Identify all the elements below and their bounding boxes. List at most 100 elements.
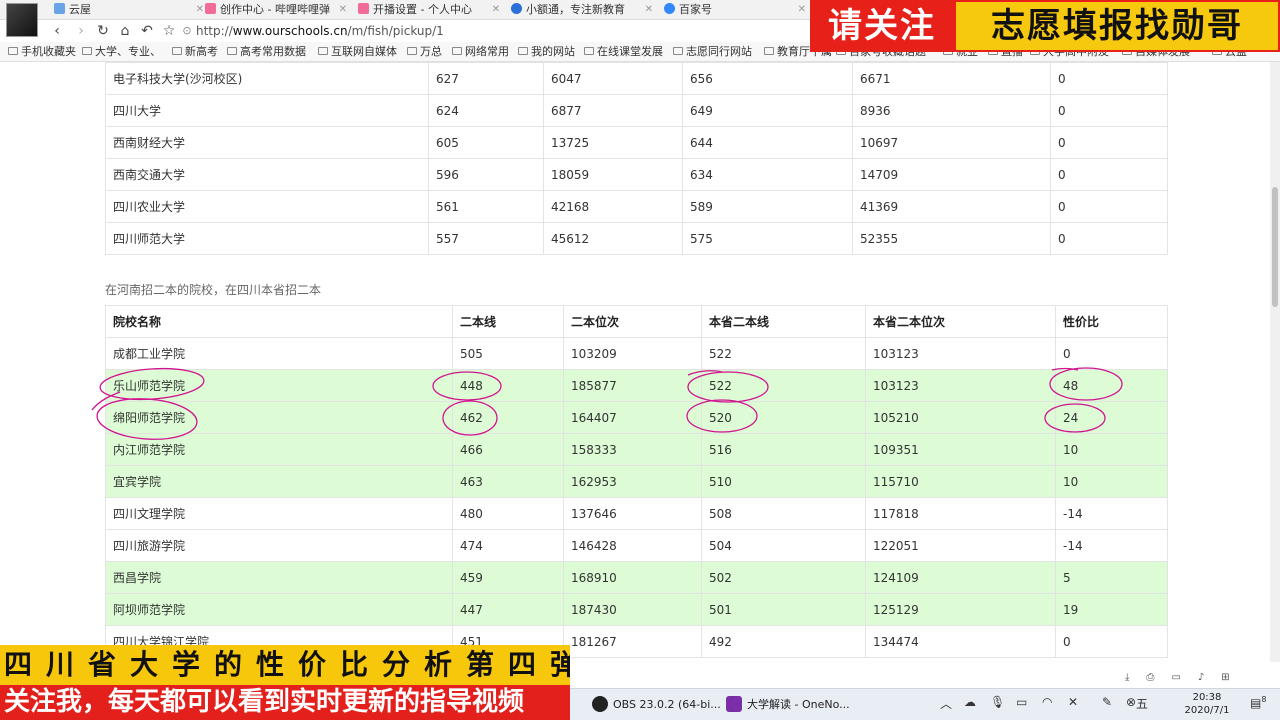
table-cell: -14 — [1055, 529, 1168, 562]
print-icon[interactable]: ▭ — [1171, 672, 1180, 683]
folder-icon — [82, 47, 92, 55]
table-cell: 0 — [1055, 625, 1168, 658]
bookmark-item[interactable]: 志愿同行网站 — [673, 45, 752, 59]
microphone-icon[interactable]: 🎙 — [990, 695, 1005, 709]
bookmark-item[interactable]: 大学、专业、 — [82, 45, 161, 59]
bookmark-item[interactable]: 网络常用 — [452, 45, 509, 59]
table-row: 绵阳师范学院 462 164407 520 105210 24 — [105, 401, 1168, 434]
table-cell: 520 — [701, 401, 866, 434]
table-cell: 0 — [1055, 337, 1168, 370]
table-cell: 516 — [701, 433, 866, 466]
table-caption: 在河南招二本的院校，在四川本省招二本 — [105, 283, 322, 297]
tab-2[interactable]: 创作中心 - 哔哩哔哩弹 ✕ — [205, 0, 347, 20]
folder-icon — [407, 47, 417, 55]
undo-icon[interactable]: ↶ — [138, 22, 156, 40]
close-icon[interactable]: ✕ — [196, 0, 204, 20]
taskbar-app-obs[interactable]: OBS 23.0.2 (64-bi... — [592, 693, 721, 717]
table-cell: 124109 — [865, 561, 1056, 594]
tab-1[interactable]: 云屋 ✕ — [54, 0, 204, 20]
page-content: 电子科技大学(沙河校区) 627 6047 656 6671 0 四川大学 624 6877 6… — [0, 62, 1270, 662]
close-icon[interactable]: ✕ — [492, 0, 500, 20]
table-row: 电子科技大学(沙河校区) 627 6047 656 6671 0 — [105, 62, 1168, 95]
pen-icon[interactable]: ✎ — [1102, 695, 1112, 709]
close-icon[interactable]: ✕ — [645, 0, 653, 20]
cloud-icon[interactable]: ☁ — [964, 695, 976, 709]
tab-favicon-icon — [358, 3, 369, 14]
table-cell: 522 — [701, 337, 866, 370]
forward-icon[interactable]: › — [72, 22, 90, 40]
bookmark-item[interactable]: 我的网站 — [518, 45, 575, 59]
table-cell: 510 — [701, 465, 866, 498]
table-cell: 宜宾学院 — [105, 465, 453, 498]
table-cell: 122051 — [865, 529, 1056, 562]
table-cell: 103209 — [563, 337, 702, 370]
column-header[interactable]: 院校名称 — [105, 305, 453, 338]
table-cell: 137646 — [563, 497, 702, 530]
table-cell: 501 — [701, 593, 866, 626]
table-cell: 462 — [452, 401, 564, 434]
table-cell: 四川旅游学院 — [105, 529, 453, 562]
table-cell: 448 — [452, 369, 564, 402]
chevron-up-icon[interactable]: ︿ — [940, 695, 952, 712]
table-cell: 164407 — [563, 401, 702, 434]
column-header[interactable]: 性价比 — [1055, 305, 1168, 338]
bookmark-item[interactable]: 互联网自媒体 — [318, 45, 397, 59]
sound-icon[interactable]: ♪ — [1198, 672, 1204, 683]
screenshot-icon[interactable]: ⎙ — [1146, 672, 1154, 683]
mute-icon[interactable]: ✕ — [1068, 695, 1078, 709]
tab-4[interactable]: 小额通，专注新教育 ✕ — [511, 0, 653, 20]
table-cell: 109351 — [865, 433, 1056, 466]
column-header[interactable]: 二本位次 — [563, 305, 702, 338]
ime-indicator[interactable]: 五 — [1136, 695, 1148, 712]
table-row: 四川旅游学院 474 146428 504 122051 -14 — [105, 529, 1168, 562]
battery-icon[interactable]: ▭ — [1016, 695, 1027, 709]
table-cell: 125129 — [865, 593, 1056, 626]
table-row: 内江师范学院 466 158333 516 109351 10 — [105, 433, 1168, 466]
star-icon[interactable]: ☆ — [160, 22, 178, 40]
obs-icon — [592, 696, 608, 712]
table-cell: 466 — [452, 433, 564, 466]
table-cell: 内江师范学院 — [105, 433, 453, 466]
status-icons: ⤓ ⎙ ▭ ♪ ⊞ — [1125, 672, 1247, 683]
table-cell: 158333 — [563, 433, 702, 466]
table-cell: 10 — [1055, 433, 1168, 466]
table-cell: 181267 — [563, 625, 702, 658]
back-icon[interactable]: ‹ — [48, 22, 66, 40]
close-icon[interactable]: ✕ — [339, 0, 347, 20]
folder-icon — [673, 47, 683, 55]
follow-banner-red: 请关注 — [812, 2, 952, 50]
tab-favicon-icon — [54, 3, 65, 14]
wifi-icon[interactable]: ◠ — [1042, 695, 1052, 709]
close-icon[interactable]: ✕ — [798, 0, 806, 20]
table-header-row: 院校名称 二本线 二本位次 本省二本线 本省二本位次 性价比 — [105, 305, 1168, 338]
column-header[interactable]: 本省二本线 — [701, 305, 866, 338]
zoom-icon[interactable]: ⊞ — [1221, 672, 1229, 683]
column-header[interactable]: 本省二本位次 — [865, 305, 1056, 338]
table-row: 四川文理学院 480 137646 508 117818 -14 — [105, 497, 1168, 530]
bookmark-item[interactable]: 万总 — [407, 45, 442, 59]
clock[interactable]: 20:38 2020/7/1 — [1182, 691, 1232, 717]
table-cell: 474 — [452, 529, 564, 562]
column-header[interactable]: 二本线 — [452, 305, 564, 338]
table-cell: 103123 — [865, 369, 1056, 402]
scrollbar[interactable] — [1270, 62, 1280, 662]
tab-3[interactable]: 开播设置 - 个人中心 ✕ — [358, 0, 500, 20]
folder-icon — [227, 47, 237, 55]
home-icon[interactable]: ⌂ — [116, 22, 134, 40]
tab-5[interactable]: 百家号 ✕ — [664, 0, 806, 20]
taskbar-app-onenote[interactable]: 大学解读 - OneNo... — [726, 693, 850, 717]
table-row: 宜宾学院 463 162953 510 115710 10 — [105, 465, 1168, 498]
table-cell: 504 — [701, 529, 866, 562]
reload-icon[interactable]: ↻ — [94, 22, 112, 40]
close-icon[interactable]: ⊗ — [1126, 695, 1136, 709]
bookmark-item[interactable]: 高考常用数据 — [227, 45, 306, 59]
bookmark-item[interactable]: 新高考 — [172, 45, 218, 59]
scrollbar-thumb[interactable] — [1272, 187, 1278, 307]
bookmark-item[interactable]: 在线课堂发展 — [584, 45, 663, 59]
download-icon[interactable]: ⤓ — [1125, 672, 1129, 683]
notification-icon[interactable]: ▤8 — [1250, 695, 1266, 710]
video-caption: 四川省大学的性价比分析第四弹 关注我，每天都可以看到实时更新的指导视频 — [0, 645, 570, 720]
url-field[interactable]: http://www.ourschools.cn/m/fish/pickup/1 — [196, 23, 444, 39]
bookmark-item[interactable]: 手机收藏夹 — [8, 45, 76, 59]
table-cell: 146428 — [563, 529, 702, 562]
